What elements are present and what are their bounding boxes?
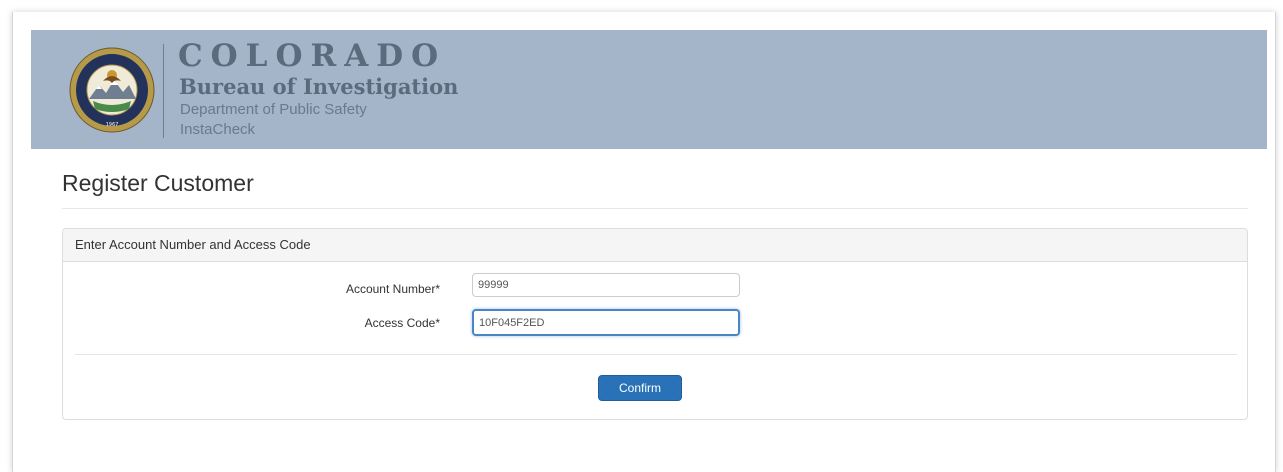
form-divider [75, 354, 1237, 355]
header-banner: 1967 COLORADO Bureau of Investigation De… [31, 30, 1267, 149]
confirm-button[interactable]: Confirm [598, 375, 682, 401]
brand-title: COLORADO [178, 38, 447, 74]
page-title: Register Customer [62, 170, 254, 196]
colorado-cbi-seal-icon: 1967 [69, 47, 155, 133]
access-code-input[interactable] [472, 309, 740, 336]
account-number-label: Account Number* [345, 282, 440, 296]
title-divider [62, 208, 1248, 209]
brand-department: Department of Public Safety [180, 101, 367, 118]
registration-panel: Enter Account Number and Access Code Acc… [62, 228, 1248, 420]
access-code-label: Access Code* [364, 316, 440, 330]
panel-heading-text: Enter Account Number and Access Code [75, 237, 311, 252]
svg-text:1967: 1967 [106, 122, 119, 128]
brand-bureau: Bureau of Investigation [179, 74, 459, 99]
account-number-input[interactable] [472, 273, 740, 297]
brand-app-name: InstaCheck [180, 121, 256, 138]
header-divider [163, 44, 164, 138]
panel-heading: Enter Account Number and Access Code [63, 229, 1247, 262]
